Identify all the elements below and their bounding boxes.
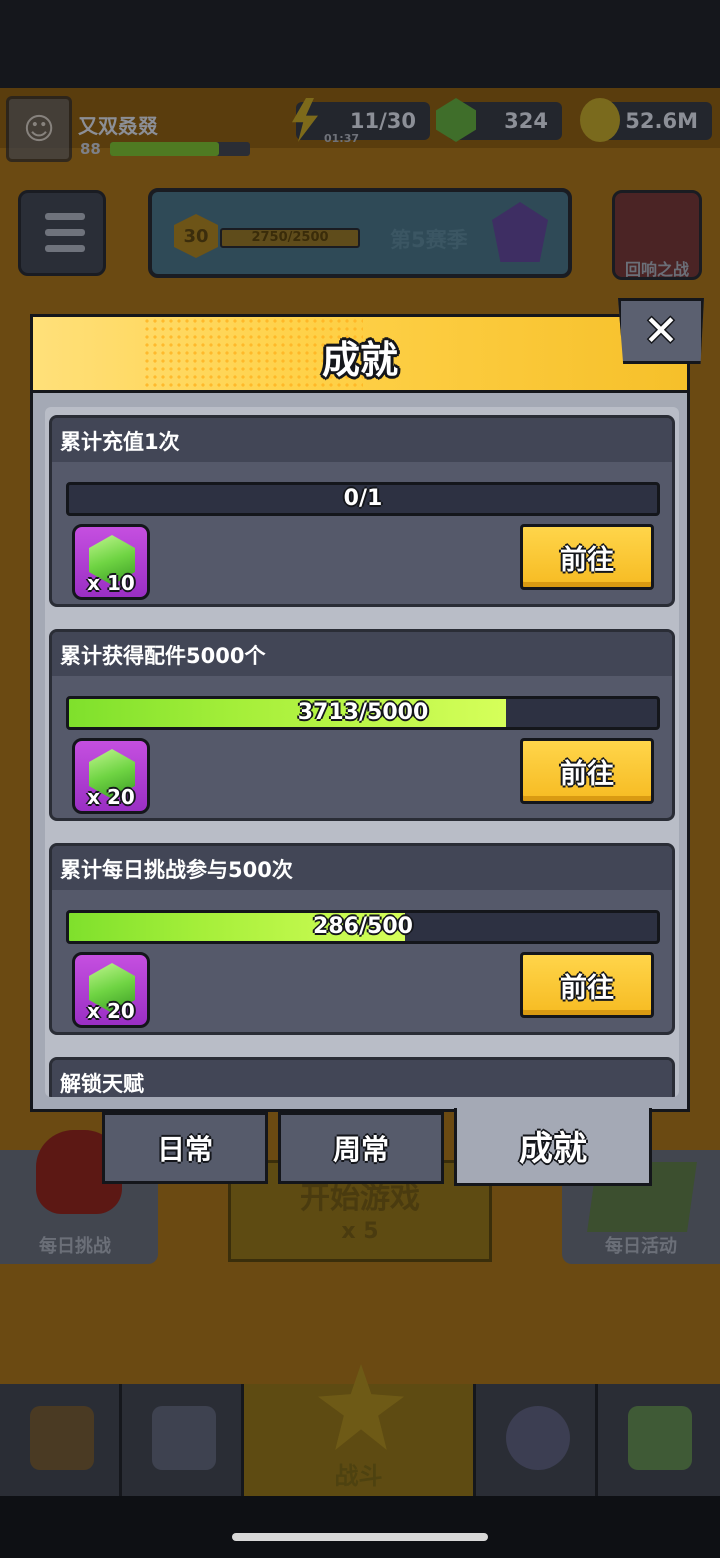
energy-counter[interactable]: 11/30 01:37 — [292, 98, 430, 145]
tab-achievements[interactable]: 成就 — [454, 1108, 652, 1186]
season-name: 第5赛季 — [390, 228, 468, 252]
tab-weekly-label: 周常 — [332, 1133, 389, 1166]
ball-icon — [506, 1406, 570, 1470]
go-button[interactable]: 前往 — [520, 524, 654, 590]
nav-shop[interactable] — [0, 1384, 122, 1496]
go-button-label: 前往 — [560, 758, 614, 790]
coin-value: 52.6M — [625, 109, 698, 133]
nav-evolution[interactable] — [598, 1384, 720, 1496]
achievement-title: 累计获得配件5000个 — [60, 644, 266, 668]
start-game-cost: x 5 — [341, 1219, 379, 1244]
nav-talents[interactable] — [476, 1384, 598, 1496]
achievement-card: 累计每日挑战参与500次 286/500 x 20 前往 — [49, 843, 675, 1035]
go-button[interactable]: 前往 — [520, 738, 654, 804]
achievement-card-header: 解锁天赋 — [52, 1060, 672, 1097]
tab-daily-label: 日常 — [156, 1133, 213, 1166]
achievement-title: 累计每日挑战参与500次 — [60, 858, 293, 882]
menu-button[interactable] — [18, 190, 106, 276]
menu-line-icon — [45, 245, 85, 252]
achievement-progress-bar: 3713/5000 — [66, 696, 660, 730]
reward-item[interactable]: x 20 — [72, 952, 150, 1028]
coin-counter[interactable]: 52.6M — [580, 98, 712, 142]
bottom-navigation: 战斗 — [0, 1364, 720, 1496]
energy-value: 11/30 — [349, 109, 416, 133]
energy-timer: 01:37 — [324, 132, 360, 145]
achievement-title: 累计充值1次 — [60, 430, 180, 454]
modal-title: 成就 — [321, 338, 398, 382]
season-pass-panel[interactable]: 30 2750/2500 第5赛季 — [148, 188, 572, 278]
go-button-label: 前往 — [560, 544, 614, 576]
achievement-progress-text: 3713/5000 — [297, 700, 429, 725]
reward-item[interactable]: x 10 — [72, 524, 150, 600]
go-button[interactable]: 前往 — [520, 952, 654, 1018]
tab-daily[interactable]: 日常 — [102, 1112, 268, 1184]
achievement-progress-text: 286/500 — [313, 914, 413, 939]
tab-achievements-label: 成就 — [519, 1129, 587, 1169]
menu-line-icon — [45, 213, 85, 220]
echo-battle-label: 回响之战 — [624, 260, 689, 279]
reward-count: x 10 — [87, 571, 135, 595]
reward-count: x 20 — [87, 785, 135, 809]
achievement-card: 解锁天赋 — [49, 1057, 675, 1097]
gem-counter[interactable]: 324 — [436, 98, 562, 142]
achievement-card: 累计充值1次 0/1 x 10 前往 — [49, 415, 675, 607]
achievement-progress-text: 0/1 — [343, 486, 383, 511]
achievement-modal: 成就 累计充值1次 0/1 x 10 前往 累计获得配件5000个 3713/5… — [30, 314, 690, 1112]
close-icon: ✕ — [643, 306, 679, 355]
gem-value: 324 — [504, 109, 548, 133]
player-xp-bar — [110, 142, 250, 156]
daily-event-label: 每日活动 — [605, 1236, 677, 1257]
reward-count: x 20 — [87, 999, 135, 1023]
achievement-list[interactable]: 累计充值1次 0/1 x 10 前往 累计获得配件5000个 3713/5000 — [45, 407, 679, 1097]
gun-icon — [152, 1406, 216, 1470]
player-avatar[interactable]: ☺ — [6, 96, 72, 162]
season-rank-icon — [492, 202, 548, 262]
achievement-progress-bar: 0/1 — [66, 482, 660, 516]
shop-icon — [30, 1406, 94, 1470]
reward-item[interactable]: x 20 — [72, 738, 150, 814]
modal-header: 成就 — [33, 317, 687, 393]
status-bar-area — [0, 0, 720, 88]
dna-icon — [628, 1406, 692, 1470]
tab-weekly[interactable]: 周常 — [278, 1112, 444, 1184]
achievement-card-header: 累计每日挑战参与500次 — [52, 846, 672, 890]
menu-line-icon — [45, 229, 85, 236]
coin-plus-icon — [580, 98, 620, 142]
season-progress: 2750/2500 — [220, 228, 360, 248]
achievement-card: 累计获得配件5000个 3713/5000 x 20 前往 — [49, 629, 675, 821]
nav-battle-label: 战斗 — [334, 1462, 383, 1490]
player-level: 88 — [80, 140, 101, 158]
home-indicator[interactable] — [232, 1533, 488, 1541]
player-xp-fill — [110, 142, 220, 156]
achievement-card-header: 累计获得配件5000个 — [52, 632, 672, 676]
achievement-card-header: 累计充值1次 — [52, 418, 672, 462]
daily-challenge-label: 每日挑战 — [39, 1236, 111, 1257]
season-level-badge: 30 — [174, 214, 218, 258]
nav-weapons[interactable] — [122, 1384, 244, 1496]
player-name: 又双叒叕 — [78, 114, 158, 138]
close-button[interactable]: ✕ — [618, 298, 704, 364]
go-button-label: 前往 — [560, 972, 614, 1004]
achievement-title: 解锁天赋 — [60, 1072, 144, 1096]
achievement-progress-bar: 286/500 — [66, 910, 660, 944]
nav-battle[interactable]: 战斗 — [244, 1364, 476, 1496]
